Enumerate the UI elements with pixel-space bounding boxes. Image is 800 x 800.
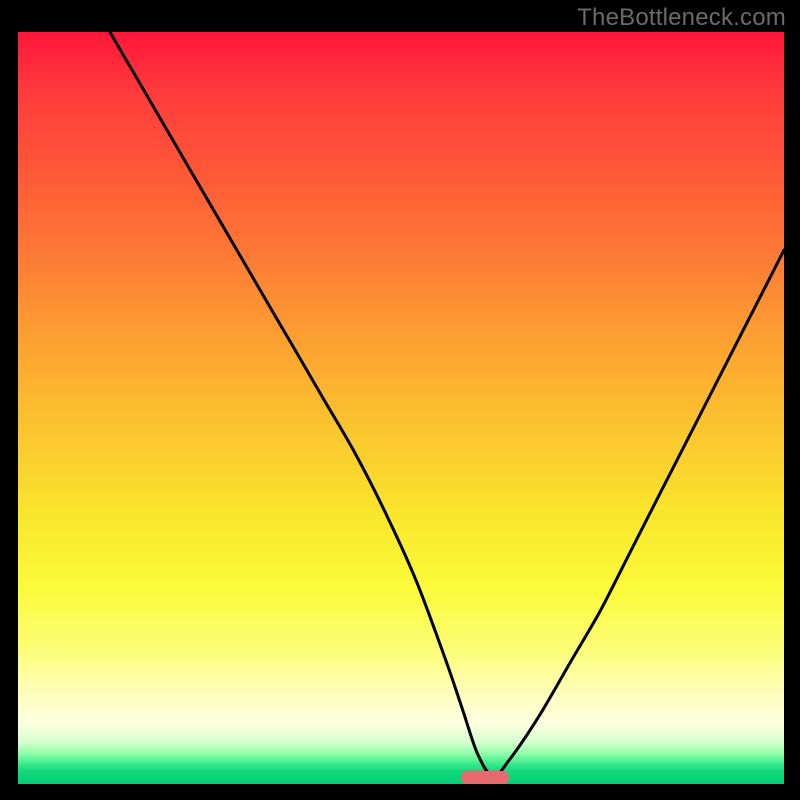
bottleneck-curve (18, 32, 784, 784)
watermark-text: TheBottleneck.com (577, 4, 786, 32)
plot-area (18, 32, 784, 784)
curve-path (110, 32, 784, 777)
chart-frame: TheBottleneck.com (0, 0, 800, 800)
minimum-marker (461, 771, 509, 784)
